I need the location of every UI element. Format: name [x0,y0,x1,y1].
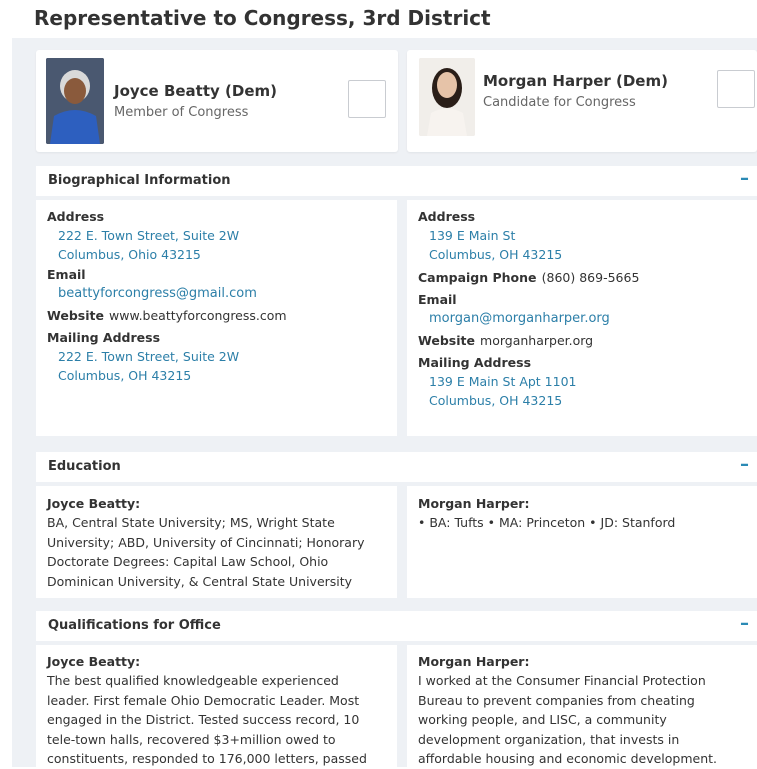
collapse-icon[interactable]: – [740,454,749,475]
candidate-label: Joyce Beatty: [47,496,141,511]
email-link[interactable]: beattyforcongress@gmail.com [47,284,397,303]
section-header-education[interactable]: Education – [36,452,757,482]
mailing-address-line[interactable]: Columbus, OH 43215 [47,366,397,385]
section-title: Biographical Information [48,173,231,188]
mailing-address-line[interactable]: 222 E. Town Street, Suite 2W [47,347,397,366]
website-value[interactable]: www.beattyforcongress.com [109,308,287,323]
phone-label: Campaign Phone [418,270,537,285]
select-candidate-checkbox-beatty[interactable] [348,80,386,118]
candidate-label: Morgan Harper: [418,496,530,511]
qualification-line: The best qualified knowledgeable experie… [47,673,339,688]
qualifications-column-harper: Morgan Harper: I worked at the Consumer … [407,645,757,767]
address-line[interactable]: Columbus, OH 43215 [418,245,757,264]
website-label: Website [418,333,475,348]
qualification-line: tele-town halls, recovered $3+million ow… [47,731,336,747]
website-label: Website [47,308,104,323]
qualification-line: development organization, that invests i… [418,731,680,747]
address-label: Address [47,209,105,224]
section-title: Education [48,459,121,474]
mailing-address-line[interactable]: 139 E Main St Apt 1101 [418,372,757,391]
collapse-icon[interactable]: – [740,168,749,189]
address-line[interactable]: 222 E. Town Street, Suite 2W [47,226,397,245]
bio-column-harper: Address 139 E Main St Columbus, OH 43215… [407,200,757,436]
candidate-card-beatty: Joyce Beatty (Dem) Member of Congress [36,50,398,152]
qualification-line: engaged in the District. Tested success … [47,712,360,727]
address-label: Address [418,209,476,224]
website-row: Website morganharper.org [418,330,757,351]
email-label: Email [418,292,457,307]
candidate-photo-harper [419,58,475,136]
qualification-line: Bureau to prevent companies from cheatin… [418,692,695,708]
email-label: Email [47,267,86,282]
collapse-icon[interactable]: – [740,613,749,634]
mailing-address-label: Mailing Address [418,355,532,370]
qualification-line: I worked at the Consumer Financial Prote… [418,673,706,688]
email-link[interactable]: morgan@morganharper.org [418,309,757,328]
education-line: • BA: Tufts • MA: Princeton • JD: Stanfo… [418,515,676,530]
bio-column-beatty: Address 222 E. Town Street, Suite 2W Col… [36,200,397,436]
education-line: BA, Central State University; MS, Wright… [47,515,335,530]
section-title: Qualifications for Office [48,618,221,633]
website-row: Website www.beattyforcongress.com [47,305,397,326]
candidate-label: Joyce Beatty: [47,654,141,669]
qualifications-column-beatty: Joyce Beatty: The best qualified knowled… [36,645,397,767]
candidate-label: Morgan Harper: [418,654,530,669]
address-line[interactable]: Columbus, Ohio 43215 [47,245,397,264]
mailing-address-line[interactable]: Columbus, OH 43215 [418,391,757,410]
website-value[interactable]: morganharper.org [480,333,593,348]
education-line: Dominican University, & Central State Un… [47,573,353,589]
portrait-image [419,58,475,136]
candidate-card-harper: Morgan Harper (Dem) Candidate for Congre… [407,50,757,152]
qualification-line: leader. First female Ohio Democratic Lea… [47,692,360,708]
mailing-address-label: Mailing Address [47,330,161,345]
candidate-role: Member of Congress [114,105,249,120]
education-line: University; ABD, University of Cincinnat… [47,534,365,550]
education-line: Doctorate Degrees: Capital Law School, O… [47,554,329,569]
education-column-harper: Morgan Harper: • BA: Tufts • MA: Princet… [407,486,757,598]
phone-row: Campaign Phone (860) 869-5665 [418,267,757,288]
candidate-role: Candidate for Congress [483,95,636,110]
address-line[interactable]: 139 E Main St [418,226,757,245]
page-title: Representative to Congress, 3rd District [34,6,491,30]
education-column-beatty: Joyce Beatty: BA, Central State Universi… [36,486,397,598]
portrait-image [46,58,104,144]
qualification-line: affordable housing and economic developm… [418,751,718,766]
select-candidate-checkbox-harper[interactable] [717,70,755,108]
candidate-name: Joyce Beatty (Dem) [114,82,277,100]
qualification-line: constituents, responded to 176,000 lette… [47,751,367,766]
qualification-line: working people, and LISC, a community [418,712,667,727]
candidate-name: Morgan Harper (Dem) [483,72,668,90]
section-header-qualifications[interactable]: Qualifications for Office – [36,611,757,641]
candidate-photo-beatty [46,58,104,144]
section-header-biographical[interactable]: Biographical Information – [36,166,757,196]
phone-value: (860) 869-5665 [541,270,640,285]
